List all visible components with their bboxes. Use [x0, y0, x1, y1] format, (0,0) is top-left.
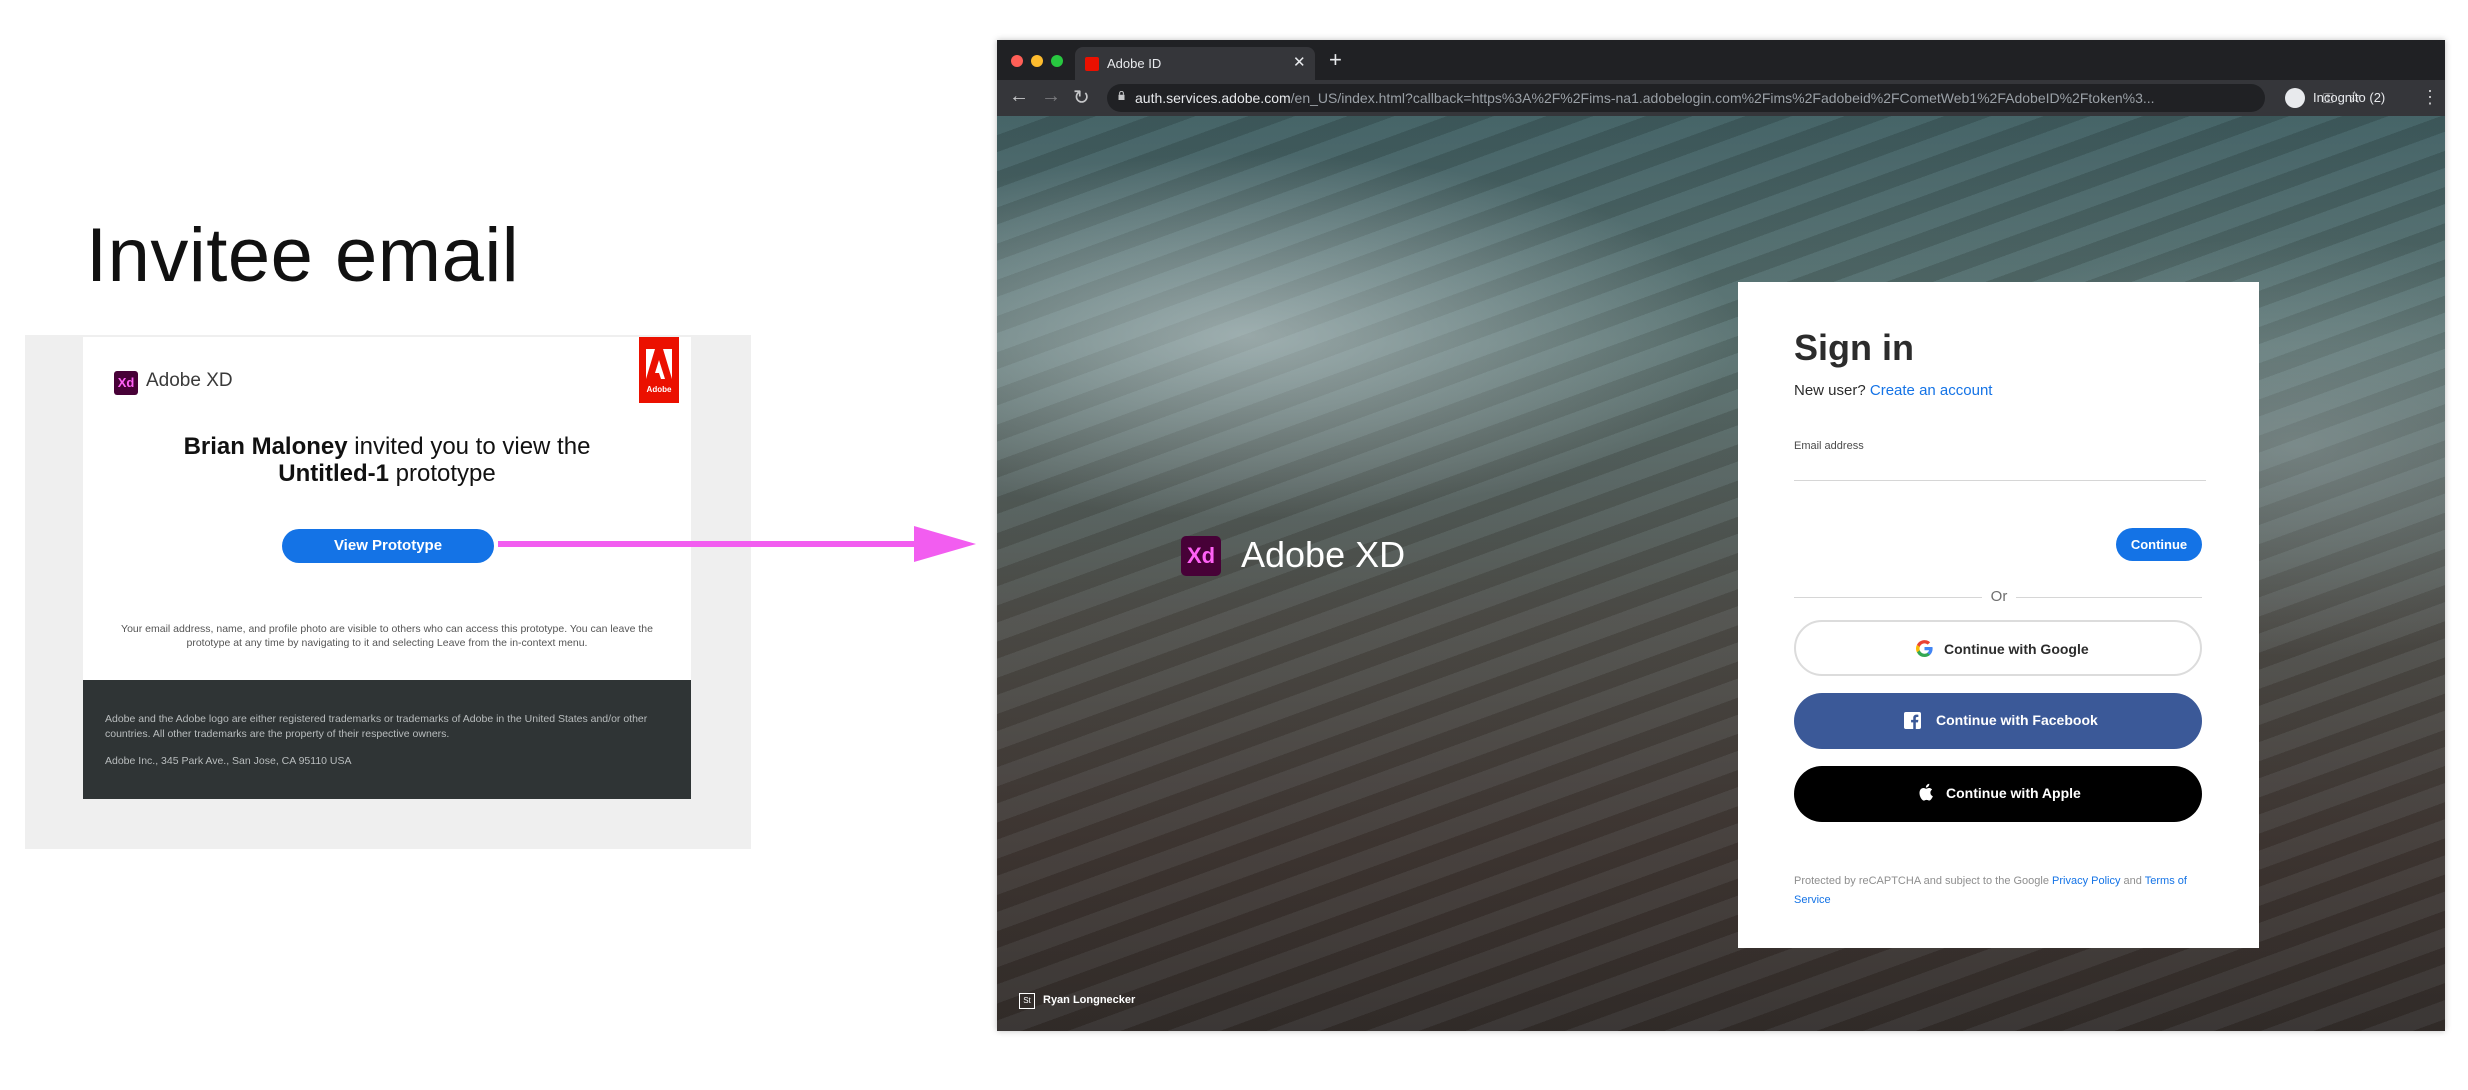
continue-with-facebook-button[interactable]: Continue with Facebook [1794, 693, 2202, 749]
new-user-prompt: New user? Create an account [1794, 382, 1992, 399]
maximize-window-icon[interactable] [1051, 55, 1063, 67]
recaptcha-and-text: and [2120, 875, 2145, 887]
product-name: Adobe XD [1241, 534, 1406, 575]
tab-bar: Adobe ID ✕ + [997, 40, 2445, 80]
incognito-label[interactable]: Incognito (2) [2313, 90, 2385, 105]
invite-end-text: prototype [388, 460, 496, 487]
adobe-xd-logo-icon: Xd [114, 371, 138, 395]
signin-card: Sign in New user? Create an account Emai… [1738, 282, 2259, 948]
reload-icon[interactable]: ↻ [1073, 85, 1090, 110]
google-icon [1916, 640, 1933, 657]
stock-photo-icon: St [1019, 993, 1035, 1009]
arrow-right-icon [498, 526, 976, 562]
invitee-email-heading: Invitee email [86, 213, 520, 298]
continue-with-google-button[interactable]: Continue with Google [1794, 620, 2202, 676]
divider [1794, 597, 1982, 598]
recaptcha-notice: Protected by reCAPTCHA and subject to th… [1794, 872, 2202, 910]
email-card: Xd Adobe XD Adobe Brian Maloney invited … [83, 337, 691, 680]
browser-tab[interactable]: Adobe ID ✕ [1075, 47, 1315, 80]
invite-message: Brian Maloney invited you to view the Un… [83, 433, 691, 487]
apple-button-label: Continue with Apple [1946, 785, 2081, 801]
google-button-label: Continue with Google [1944, 641, 2089, 657]
create-account-link[interactable]: Create an account [1870, 382, 1993, 399]
lock-icon [1118, 91, 1125, 100]
continue-with-apple-button[interactable]: Continue with Apple [1794, 766, 2202, 822]
continue-button[interactable]: Continue [2116, 528, 2202, 561]
email-label: Email address [1794, 440, 1864, 452]
email-field[interactable] [1794, 456, 2206, 481]
tab-title: Adobe ID [1107, 56, 1162, 71]
view-prototype-button[interactable]: View Prototype [282, 529, 494, 563]
signin-title: Sign in [1794, 327, 1914, 368]
browser-window: Adobe ID ✕ + ← → ↻ auth.services.adobe.c… [997, 40, 2445, 1031]
facebook-icon [1904, 712, 1921, 729]
url-path: /en_US/index.html?callback=https%3A%2F%2… [1290, 90, 2155, 106]
prototype-name: Untitled-1 [278, 460, 389, 487]
privacy-policy-link[interactable]: Privacy Policy [2052, 875, 2120, 887]
back-arrow-icon[interactable]: ← [1009, 85, 1029, 108]
adobe-a-icon [646, 349, 672, 379]
url-host: auth.services.adobe.com [1135, 90, 1291, 106]
tab-close-icon[interactable]: ✕ [1293, 53, 1306, 71]
adobe-xd-logo-icon: Xd [1181, 536, 1221, 576]
new-user-text: New user? [1794, 382, 1866, 399]
photo-credit[interactable]: Ryan Longnecker [1043, 994, 1135, 1006]
invite-mid-text: invited you to view the [347, 433, 591, 460]
footer-address: Adobe Inc., 345 Park Ave., San Jose, CA … [105, 755, 352, 767]
adobe-logo-tag: Adobe [639, 337, 679, 403]
adobe-tag-label: Adobe [646, 385, 672, 394]
facebook-button-label: Continue with Facebook [1936, 712, 2098, 728]
email-footer: Adobe and the Adobe logo are either regi… [83, 680, 691, 799]
apple-icon [1919, 783, 1933, 801]
minimize-window-icon[interactable] [1031, 55, 1043, 67]
recaptcha-text: Protected by reCAPTCHA and subject to th… [1794, 875, 2053, 887]
signin-page: Xd Adobe XD St Ryan Longnecker Sign in N… [997, 116, 2445, 1031]
email-brand-name: Adobe XD [146, 370, 233, 391]
or-separator: Or [1990, 588, 2008, 605]
more-menu-icon[interactable]: ⋮ [2421, 87, 2439, 108]
close-window-icon[interactable] [1011, 55, 1023, 67]
address-bar[interactable]: auth.services.adobe.com/en_US/index.html… [1107, 84, 2362, 112]
privacy-note: Your email address, name, and profile ph… [121, 623, 653, 649]
divider [2016, 597, 2202, 598]
incognito-icon[interactable] [2285, 88, 2305, 108]
url-text: auth.services.adobe.com/en_US/index.html… [1135, 90, 2155, 106]
adobe-favicon-icon [1085, 57, 1099, 71]
forward-arrow-icon[interactable]: → [1041, 85, 1061, 108]
browser-toolbar: ← → ↻ auth.services.adobe.com/en_US/inde… [997, 80, 2445, 116]
new-tab-icon[interactable]: + [1329, 47, 1342, 73]
footer-legal-text: Adobe and the Adobe logo are either regi… [105, 713, 648, 740]
inviter-name: Brian Maloney [183, 433, 348, 460]
